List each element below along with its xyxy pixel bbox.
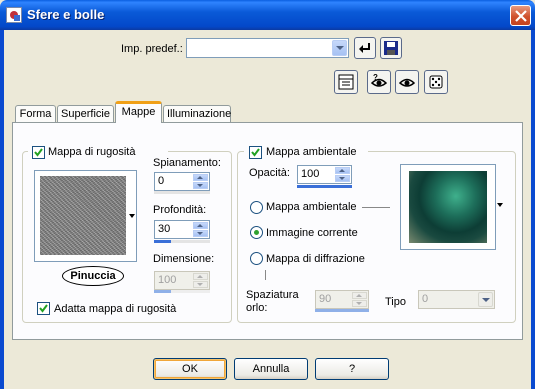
fit-bump-map-label: Adatta mappa di rugosità	[54, 303, 177, 315]
checkmark-icon	[251, 148, 260, 157]
close-button[interactable]	[510, 5, 531, 26]
checkmark-icon	[39, 304, 48, 313]
bump-preview-frame[interactable]	[34, 170, 137, 262]
edge-spacing-level-fill	[315, 309, 369, 312]
type-label: Tipo	[385, 296, 406, 308]
bump-map-checkbox[interactable]	[32, 146, 45, 159]
settings-grid-button[interactable]	[334, 70, 358, 94]
size-down-arrow[interactable]	[193, 281, 208, 288]
eye-icon	[398, 78, 416, 87]
opacity-up-arrow[interactable]	[335, 167, 350, 174]
size-value: 100	[158, 274, 177, 286]
presets-label: Imp. predef.:	[121, 43, 183, 55]
close-icon	[515, 10, 527, 22]
opacity-level-fill	[297, 185, 352, 188]
svg-text:?: ?	[373, 73, 378, 82]
depth-level-fill	[154, 240, 171, 243]
radio-diffraction-map-label: Mappa di diffrazione	[266, 253, 365, 265]
settings-grid-icon	[338, 74, 354, 90]
smoothing-up-arrow[interactable]	[193, 174, 208, 181]
tab-forma[interactable]: Forma	[15, 105, 56, 122]
size-level-fill	[154, 290, 171, 293]
radio-current-image-label: Immagine corrente	[266, 227, 358, 239]
environment-dropdown-caret[interactable]	[497, 203, 503, 207]
bump-texture-preview	[40, 176, 126, 255]
smoothing-spinbox[interactable]: 0	[154, 172, 210, 191]
smoothing-level-bar[interactable]	[154, 191, 210, 194]
size-level-bar[interactable]	[154, 290, 210, 293]
depth-label: Profondità:	[153, 204, 207, 216]
app-icon	[6, 7, 22, 23]
window-title: Sfere e bolle	[27, 7, 105, 22]
ok-button[interactable]: OK	[153, 358, 227, 380]
cancel-button[interactable]: Annulla	[234, 358, 308, 380]
depth-level-bar[interactable]	[154, 240, 210, 243]
environment-map-checkbox[interactable]	[249, 146, 262, 159]
title-bar: Sfere e bolle	[0, 0, 535, 30]
dice-icon	[429, 75, 443, 89]
environment-map-label: Mappa ambientale	[266, 146, 357, 158]
smoothing-value: 0	[158, 175, 165, 187]
opacity-spinbox[interactable]: 100	[297, 165, 352, 184]
size-label: Dimensione:	[153, 253, 215, 265]
environment-preview-frame[interactable]	[400, 164, 496, 250]
opacity-value: 100	[301, 168, 320, 180]
radio-diffraction-map[interactable]	[250, 252, 263, 265]
edge-spacing-label: Spaziatura orlo:	[246, 289, 299, 314]
type-combo[interactable]: 0	[418, 290, 495, 309]
smoothing-label: Spianamento:	[153, 157, 221, 169]
reset-arrow-button[interactable]	[354, 37, 376, 59]
checkmark-icon	[34, 148, 43, 157]
radio-environment-map-label: Mappa ambientale	[266, 201, 357, 213]
chevron-down-icon[interactable]	[332, 40, 347, 56]
depth-down-arrow[interactable]	[193, 230, 208, 237]
tab-illuminazione[interactable]: Illuminazione	[163, 105, 231, 122]
save-disk-icon	[384, 41, 398, 55]
reset-arrow-icon	[359, 43, 370, 53]
tab-mappe[interactable]: Mappe	[115, 101, 162, 123]
fit-bump-map-checkbox[interactable]	[37, 302, 50, 315]
randomize-dice-button[interactable]	[424, 70, 448, 94]
opacity-down-arrow[interactable]	[335, 175, 350, 182]
window-border-right	[531, 30, 535, 389]
preview-eye-button[interactable]	[395, 70, 419, 94]
size-spinbox[interactable]: 100	[154, 271, 210, 290]
randomize-eye-question-button[interactable]: ?	[367, 70, 391, 94]
radio-environment-map[interactable]	[250, 201, 263, 214]
edge-spacing-level-bar[interactable]	[315, 309, 369, 312]
chevron-down-icon[interactable]	[478, 292, 493, 307]
edge-spacing-down-arrow[interactable]	[352, 300, 367, 307]
presets-combo[interactable]	[186, 38, 349, 58]
size-up-arrow[interactable]	[193, 273, 208, 280]
texture-label-text: Pinuccia	[70, 270, 116, 282]
edge-spacing-value: 90	[319, 293, 332, 305]
bump-texture-dropdown-caret[interactable]	[129, 214, 135, 218]
edge-spacing-up-arrow[interactable]	[352, 292, 367, 299]
save-preset-button[interactable]	[380, 37, 402, 59]
option-connector-tick	[265, 270, 266, 280]
type-value: 0	[422, 293, 429, 305]
help-button[interactable]: ?	[315, 358, 389, 380]
option-connector-line	[362, 207, 390, 208]
opacity-label: Opacità:	[249, 167, 290, 179]
opacity-level-bar[interactable]	[297, 185, 352, 188]
depth-spinbox[interactable]: 30	[154, 220, 210, 239]
edge-spacing-spinbox[interactable]: 90	[315, 290, 369, 309]
smoothing-down-arrow[interactable]	[193, 182, 208, 189]
environment-image-preview	[409, 171, 487, 243]
tab-superficie[interactable]: Superficie	[57, 105, 114, 122]
window-border-left	[0, 30, 4, 389]
depth-up-arrow[interactable]	[193, 222, 208, 229]
texture-label-badge: Pinuccia	[62, 266, 124, 286]
eye-question-icon: ?	[370, 73, 388, 87]
radio-current-image[interactable]	[250, 226, 263, 239]
bump-map-label: Mappa di rugosità	[48, 146, 136, 158]
depth-value: 30	[158, 223, 171, 235]
